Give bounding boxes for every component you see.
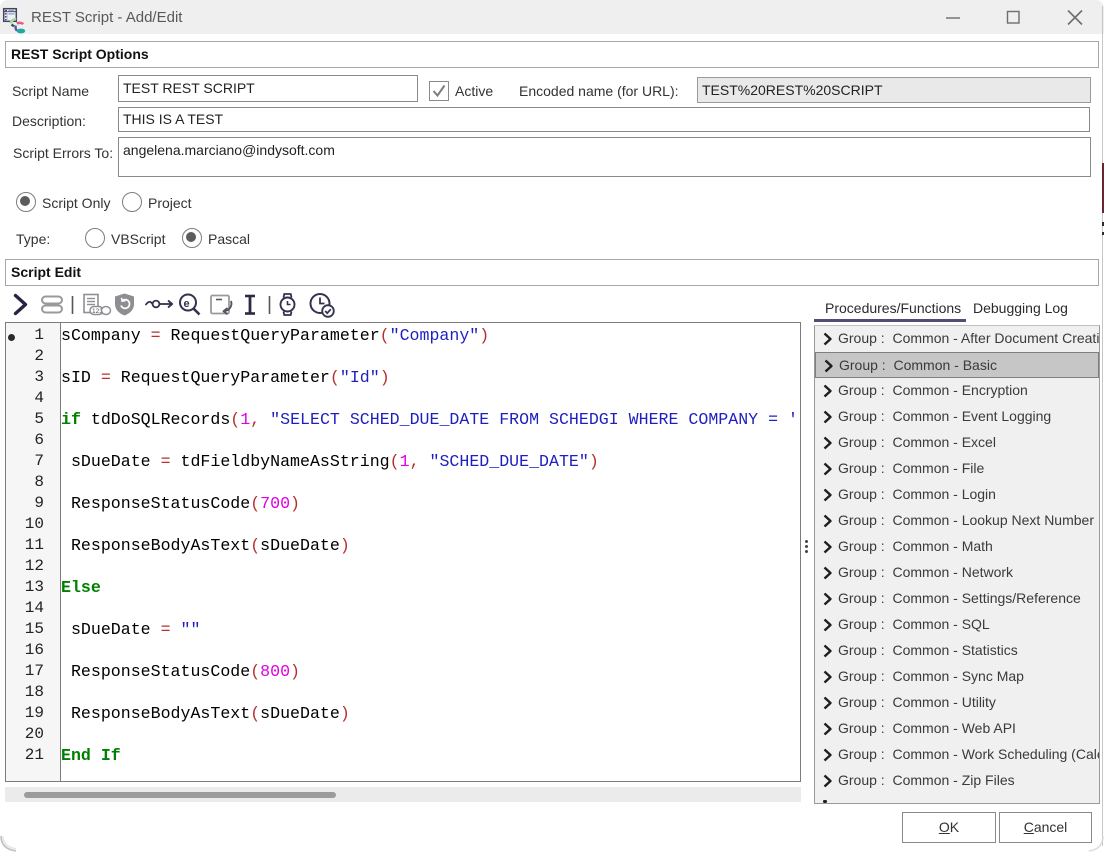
svg-text:e: e: [184, 298, 190, 310]
